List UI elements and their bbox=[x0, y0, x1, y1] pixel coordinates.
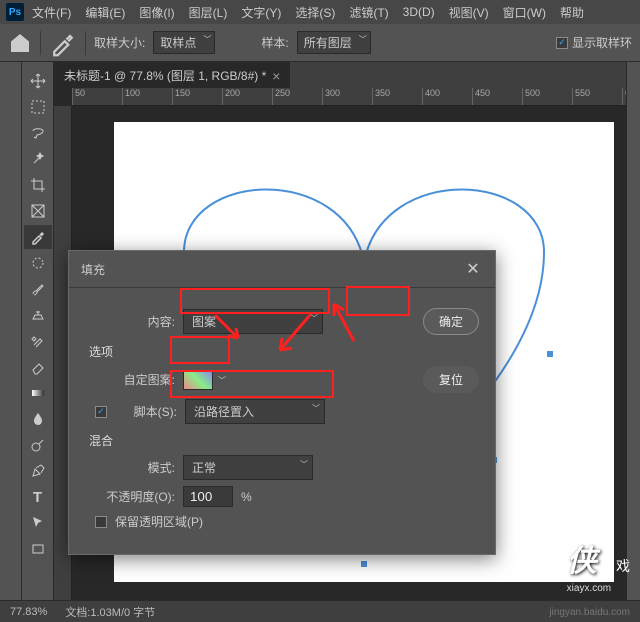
checkbox-icon: ✓ bbox=[556, 37, 568, 49]
anchor-point[interactable] bbox=[360, 560, 368, 568]
watermark-url: xiayx.com bbox=[567, 583, 611, 594]
marquee-tool-icon[interactable] bbox=[24, 95, 52, 119]
tab-title: 未标题-1 @ 77.8% (图层 1, RGB/8#) * bbox=[64, 67, 266, 84]
anchor-point[interactable] bbox=[546, 350, 554, 358]
preserve-checkbox[interactable] bbox=[95, 516, 107, 528]
opacity-label: 不透明度(O): bbox=[95, 488, 175, 505]
fill-dialog: 填充 ✕ 内容: 图案 确定 选项 自定图案: 复位 ✓ 脚本(S): 沿路径置… bbox=[68, 250, 496, 555]
path-selection-tool-icon[interactable] bbox=[24, 511, 52, 535]
watermark-brand: 侠 bbox=[567, 545, 597, 578]
brush-tool-icon[interactable] bbox=[24, 277, 52, 301]
pattern-picker[interactable] bbox=[183, 370, 213, 390]
menu-layer[interactable]: 图层(L) bbox=[183, 2, 234, 23]
blend-group-label: 混合 bbox=[89, 432, 479, 449]
eyedropper-tool-icon[interactable] bbox=[49, 29, 77, 57]
eyedropper-tool-icon[interactable] bbox=[24, 225, 52, 249]
menu-image[interactable]: 图像(I) bbox=[133, 2, 180, 23]
move-tool-icon[interactable] bbox=[24, 69, 52, 93]
crop-tool-icon[interactable] bbox=[24, 173, 52, 197]
content-label: 内容: bbox=[85, 313, 175, 330]
menu-window[interactable]: 窗口(W) bbox=[497, 2, 552, 23]
healing-brush-tool-icon[interactable] bbox=[24, 251, 52, 275]
magic-wand-tool-icon[interactable] bbox=[24, 147, 52, 171]
rectangle-tool-icon[interactable] bbox=[24, 537, 52, 561]
sample-label: 样本: bbox=[261, 34, 288, 51]
mode-label: 模式: bbox=[95, 459, 175, 476]
watermark: 侠 游戏 xiayx.com bbox=[567, 536, 632, 594]
toolbar: T bbox=[22, 62, 54, 600]
ps-logo: Ps bbox=[6, 3, 24, 21]
menu-select[interactable]: 选择(S) bbox=[289, 2, 341, 23]
close-icon[interactable]: × bbox=[272, 68, 280, 84]
watermark-sub: 游戏 bbox=[600, 558, 632, 574]
type-tool-icon[interactable]: T bbox=[24, 485, 52, 509]
gradient-tool-icon[interactable] bbox=[24, 381, 52, 405]
history-brush-tool-icon[interactable] bbox=[24, 329, 52, 353]
close-icon[interactable]: ✕ bbox=[463, 259, 483, 279]
script-checkbox[interactable]: ✓ bbox=[95, 406, 107, 418]
right-rail bbox=[626, 62, 640, 600]
ruler-horizontal: 50100150 200250300 350400450 500550600 6… bbox=[72, 88, 626, 106]
menu-type[interactable]: 文字(Y) bbox=[235, 2, 287, 23]
mode-select[interactable]: 正常 bbox=[183, 455, 313, 480]
menu-bar: Ps 文件(F) 编辑(E) 图像(I) 图层(L) 文字(Y) 选择(S) 滤… bbox=[0, 0, 640, 24]
frame-tool-icon[interactable] bbox=[24, 199, 52, 223]
watermark-bottom: jingyan.baidu.com bbox=[549, 607, 630, 618]
custom-pattern-label: 自定图案: bbox=[95, 371, 175, 388]
sample-size-select[interactable]: 取样点 bbox=[153, 31, 215, 54]
options-group-label: 选项 bbox=[89, 343, 479, 360]
dialog-titlebar[interactable]: 填充 ✕ bbox=[69, 251, 495, 288]
dialog-title: 填充 bbox=[81, 261, 105, 278]
menu-3d[interactable]: 3D(D) bbox=[397, 3, 441, 21]
menu-file[interactable]: 文件(F) bbox=[26, 2, 77, 23]
document-tab[interactable]: 未标题-1 @ 77.8% (图层 1, RGB/8#) * × bbox=[54, 62, 290, 88]
sample-select[interactable]: 所有图层 bbox=[297, 31, 371, 54]
show-ring-label: 显示取样环 bbox=[572, 34, 632, 51]
lasso-tool-icon[interactable] bbox=[24, 121, 52, 145]
menu-filter[interactable]: 滤镜(T) bbox=[343, 2, 394, 23]
ok-button[interactable]: 确定 bbox=[423, 308, 479, 335]
clone-stamp-tool-icon[interactable] bbox=[24, 303, 52, 327]
home-icon[interactable] bbox=[8, 31, 32, 55]
options-bar: 取样大小: 取样点 样本: 所有图层 ✓ 显示取样环 bbox=[0, 24, 640, 62]
menu-view[interactable]: 视图(V) bbox=[443, 2, 495, 23]
status-bar: 77.83% 文档:1.03M/0 字节 bbox=[0, 600, 640, 622]
doc-info: 文档:1.03M/0 字节 bbox=[65, 604, 155, 620]
left-rail bbox=[0, 62, 22, 600]
script-select[interactable]: 沿路径置入 bbox=[185, 399, 325, 424]
document-tabs: 未标题-1 @ 77.8% (图层 1, RGB/8#) * × bbox=[54, 62, 626, 88]
opacity-percent: % bbox=[241, 490, 252, 504]
script-label: 脚本(S): bbox=[115, 403, 177, 420]
reset-button[interactable]: 复位 bbox=[423, 366, 479, 393]
menu-help[interactable]: 帮助 bbox=[554, 2, 590, 23]
opacity-input[interactable] bbox=[183, 486, 233, 507]
dodge-tool-icon[interactable] bbox=[24, 433, 52, 457]
content-select[interactable]: 图案 bbox=[183, 309, 323, 334]
sample-size-label: 取样大小: bbox=[94, 34, 145, 51]
menu-edit[interactable]: 编辑(E) bbox=[79, 2, 131, 23]
blur-tool-icon[interactable] bbox=[24, 407, 52, 431]
pen-tool-icon[interactable] bbox=[24, 459, 52, 483]
show-sampling-ring[interactable]: ✓ 显示取样环 bbox=[556, 34, 632, 51]
preserve-label: 保留透明区域(P) bbox=[115, 513, 203, 530]
eraser-tool-icon[interactable] bbox=[24, 355, 52, 379]
zoom-level[interactable]: 77.83% bbox=[10, 606, 47, 618]
